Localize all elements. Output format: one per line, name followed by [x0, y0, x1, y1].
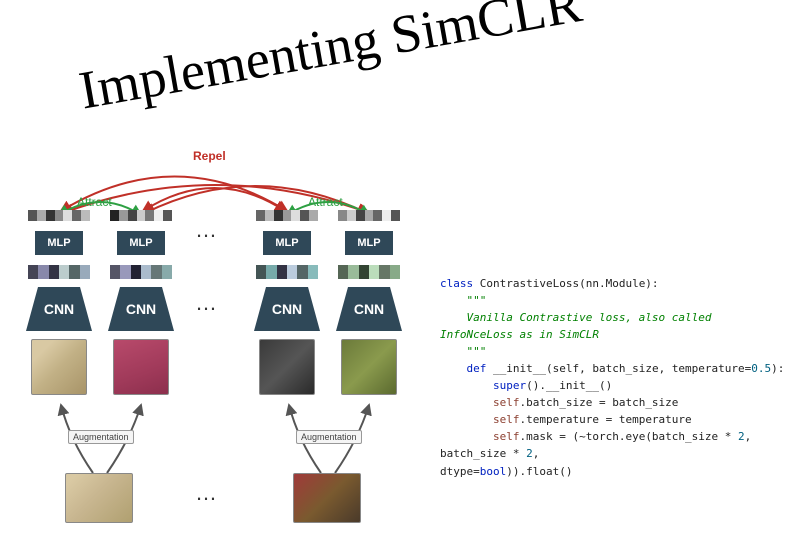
- augmentation-label: Augmentation: [296, 430, 362, 444]
- embedding-vector: [338, 210, 400, 221]
- code-token: __init__: [486, 362, 546, 375]
- code-token: )).float(): [506, 465, 572, 478]
- code-token: super: [440, 379, 526, 392]
- ellipsis-icon: …: [195, 290, 220, 316]
- cnn-block: CNN: [108, 287, 174, 331]
- code-token: (self, batch_size, temperature=: [546, 362, 751, 375]
- code-token: ContrastiveLoss(nn.Module):: [473, 277, 658, 290]
- repel-label: Repel: [193, 149, 226, 163]
- embedding-vector: [110, 210, 172, 221]
- mlp-block: MLP: [35, 231, 83, 255]
- cnn-label: CNN: [254, 301, 320, 317]
- code-token: .temperature = temperature: [519, 413, 691, 426]
- cnn-label: CNN: [336, 301, 402, 317]
- code-snippet: class ContrastiveLoss(nn.Module): """ Va…: [440, 275, 790, 480]
- code-token: ,: [533, 447, 540, 460]
- page-title: Implementing SimCLR: [75, 0, 587, 122]
- code-token: self: [440, 430, 519, 443]
- code-token: bool: [480, 465, 507, 478]
- augmented-image: [31, 339, 87, 395]
- cnn-label: CNN: [108, 301, 174, 317]
- ellipsis-icon: …: [195, 217, 220, 243]
- code-token: ().__init__(): [526, 379, 612, 392]
- augmentation-label: Augmentation: [68, 430, 134, 444]
- code-token: def: [440, 362, 486, 375]
- code-token: ):: [771, 362, 784, 375]
- augmented-image: [341, 339, 397, 395]
- code-token: """: [440, 294, 486, 307]
- code-token: 0.5: [751, 362, 771, 375]
- augmented-image: [259, 339, 315, 395]
- embedding-vector: [256, 210, 318, 221]
- cnn-label: CNN: [26, 301, 92, 317]
- code-token: class: [440, 277, 473, 290]
- simclr-diagram: Repel Attract Attract MLP CNN MLP CNN: [25, 155, 420, 540]
- branch-col: MLP CNN: [335, 210, 403, 395]
- attract-label-left: Attract: [77, 195, 112, 209]
- code-token: .batch_size = batch_size: [519, 396, 678, 409]
- source-image: [65, 473, 133, 523]
- branch-col: MLP CNN: [253, 210, 321, 395]
- feature-vector: [28, 265, 90, 279]
- cnn-block: CNN: [336, 287, 402, 331]
- code-token: 2: [526, 447, 533, 460]
- mlp-block: MLP: [263, 231, 311, 255]
- cnn-block: CNN: [26, 287, 92, 331]
- cnn-block: CNN: [254, 287, 320, 331]
- code-token: 2: [738, 430, 745, 443]
- code-token: """: [440, 345, 486, 358]
- feature-vector: [256, 265, 318, 279]
- branch-col: MLP CNN: [107, 210, 175, 395]
- source-image: [293, 473, 361, 523]
- code-token: self: [440, 396, 519, 409]
- mlp-block: MLP: [345, 231, 393, 255]
- code-token: .mask = (~torch.eye(batch_size *: [519, 430, 738, 443]
- augmented-image: [113, 339, 169, 395]
- feature-vector: [338, 265, 400, 279]
- feature-vector: [110, 265, 172, 279]
- embedding-vector: [28, 210, 90, 221]
- code-token: Vanilla Contrastive loss, also called In…: [440, 311, 718, 341]
- mlp-block: MLP: [117, 231, 165, 255]
- attract-label-right: Attract: [308, 195, 343, 209]
- code-token: dtype=: [440, 465, 480, 478]
- branch-col: MLP CNN: [25, 210, 93, 395]
- code-token: self: [440, 413, 519, 426]
